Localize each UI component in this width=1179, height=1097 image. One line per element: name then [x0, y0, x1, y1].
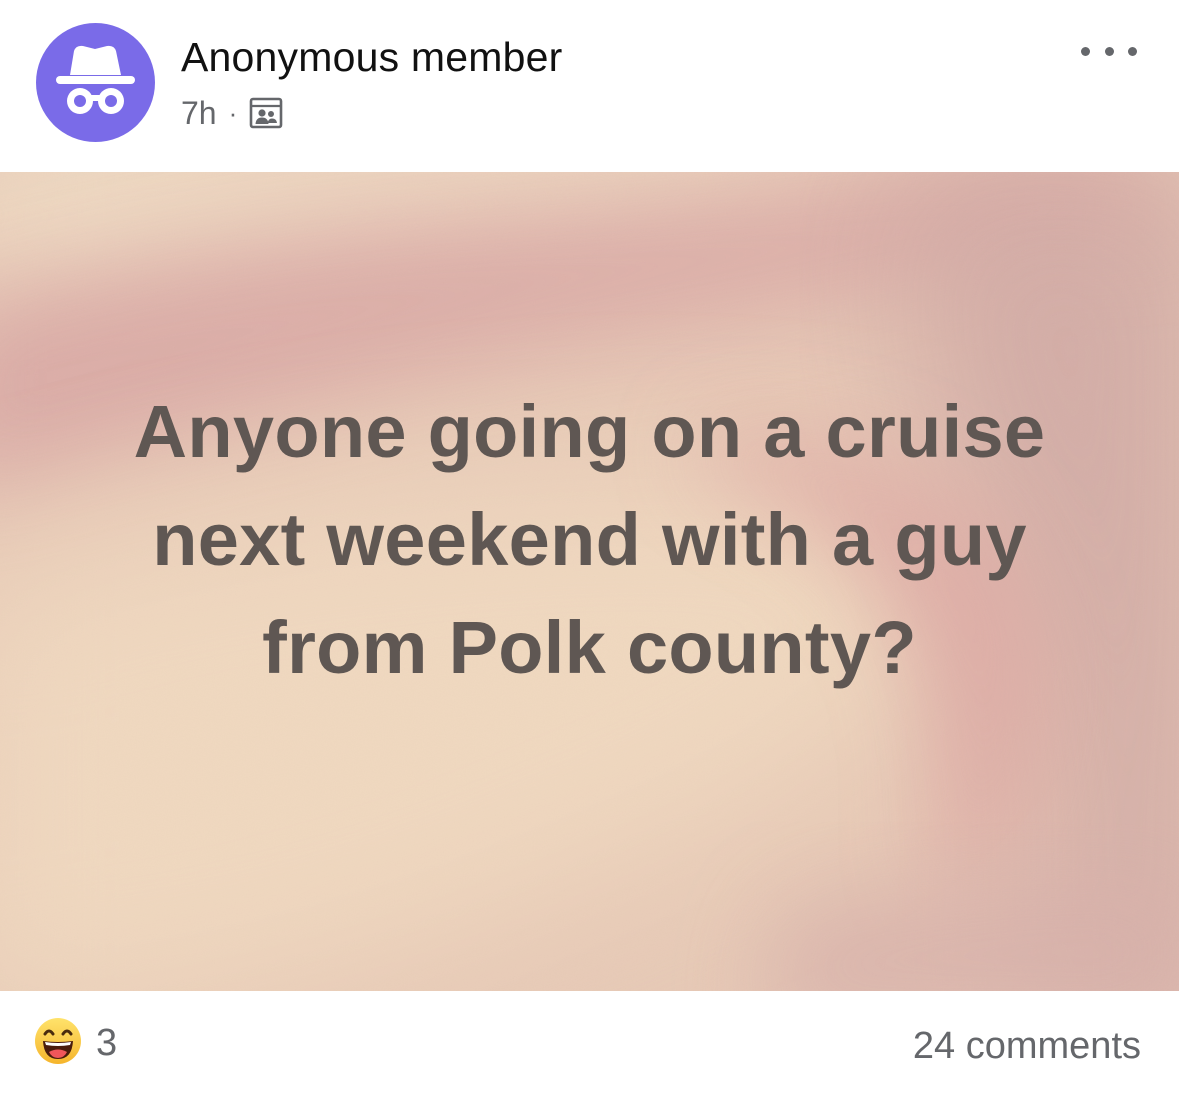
more-dot — [1128, 46, 1137, 56]
anonymous-avatar-icon[interactable] — [36, 23, 155, 142]
more-options-icon[interactable] — [1081, 36, 1137, 66]
comments-count-link[interactable]: 24 comments — [913, 1025, 1141, 1068]
post-header: Anonymous member 7h · — [0, 0, 1179, 172]
group-members-icon[interactable] — [249, 96, 283, 130]
haha-emoji-icon — [34, 1017, 82, 1070]
post-time[interactable]: 7h — [181, 95, 217, 132]
more-dot — [1081, 46, 1090, 56]
author-name[interactable]: Anonymous member — [181, 34, 562, 81]
reaction-summary[interactable]: 3 — [34, 1017, 117, 1069]
more-dot — [1104, 46, 1114, 56]
reaction-count: 3 — [96, 1021, 118, 1064]
post-background: Anyone going on a cruise next weekend wi… — [0, 172, 1179, 991]
meta-separator: · — [228, 98, 238, 128]
post-meta: 7h · — [181, 93, 283, 133]
post-footer: 3 24 comments — [0, 991, 1179, 1097]
post-text: Anyone going on a cruise next weekend wi… — [133, 390, 1046, 689]
